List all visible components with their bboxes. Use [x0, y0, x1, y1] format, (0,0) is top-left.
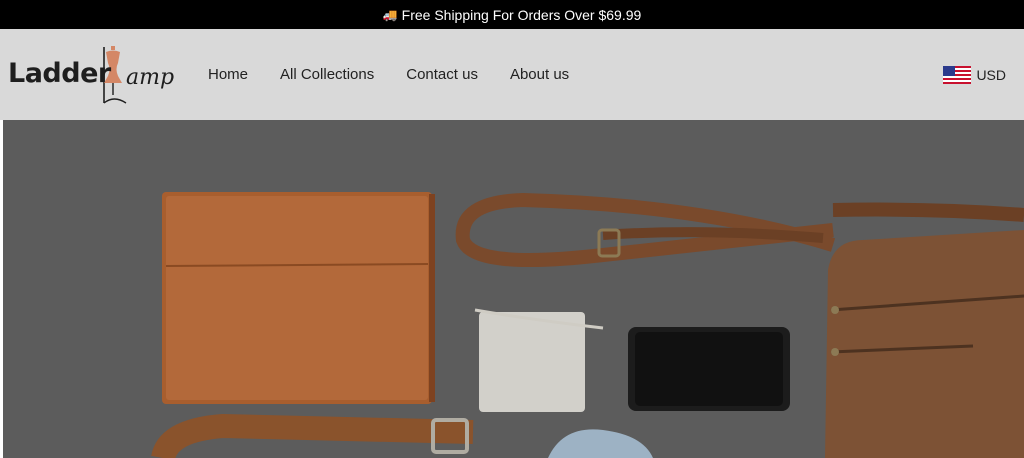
- announcement-text: Free Shipping For Orders Over $69.99: [401, 6, 642, 23]
- nav-contact-us[interactable]: Contact us: [406, 66, 478, 83]
- logo-brand-word: Ladder: [8, 58, 111, 89]
- nav-home[interactable]: Home: [208, 66, 248, 83]
- truck-icon: 🚚: [382, 7, 398, 22]
- hero-banner-image: [3, 120, 1024, 458]
- nav-about-us[interactable]: About us: [510, 66, 569, 83]
- announcement-bar: 🚚 Free Shipping For Orders Over $69.99: [0, 0, 1024, 29]
- currency-code: USD: [976, 66, 1006, 83]
- main-nav: Home All Collections Contact us About us: [208, 29, 569, 120]
- logo-script-word: amp: [126, 65, 175, 90]
- us-flag-icon: [943, 65, 972, 84]
- site-header: Ladder amp Home All Collections Contact …: [0, 29, 1024, 120]
- nav-all-collections[interactable]: All Collections: [280, 66, 374, 83]
- logo[interactable]: Ladder amp: [8, 43, 174, 109]
- currency-selector[interactable]: USD: [943, 29, 1006, 120]
- leather-goods-flatlay-image: [3, 120, 1024, 458]
